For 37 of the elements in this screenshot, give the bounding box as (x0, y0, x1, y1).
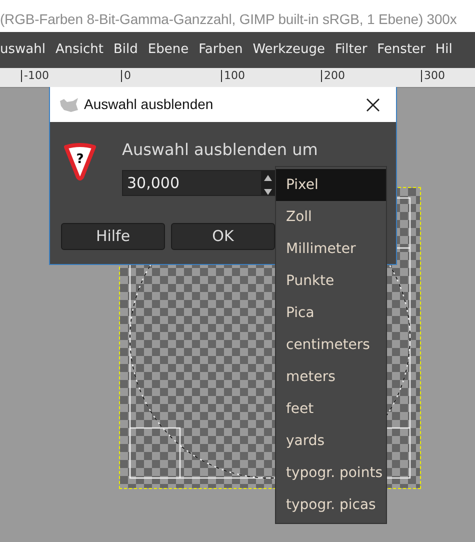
menu-option[interactable]: centimeters (276, 329, 386, 361)
menu-item[interactable]: Hil (430, 40, 458, 60)
menu-option[interactable]: Zoll (276, 201, 386, 233)
help-button[interactable]: Hilfe (61, 223, 165, 250)
menu-item[interactable]: uswahl (0, 40, 50, 60)
dialog-title: Auswahl ausblenden (84, 95, 214, 114)
spin-field[interactable]: 30,000 (122, 170, 276, 196)
menu-item[interactable]: Filter (330, 40, 372, 60)
up-arrow-icon[interactable] (264, 175, 272, 181)
close-button[interactable] (366, 98, 380, 112)
ok-button[interactable]: OK (171, 223, 275, 250)
menu-item[interactable]: Bild (108, 40, 143, 60)
menu-option[interactable]: Punkte (276, 265, 386, 297)
menu-item[interactable]: Werkzeuge (248, 40, 330, 60)
window-title: (RGB-Farben 8-Bit-Gamma-Ganzzahl, GIMP built-in sRGB, 1 Ebene) 300x (0, 0, 475, 32)
app-icon (58, 96, 80, 112)
menu-option[interactable]: yards (276, 425, 386, 457)
menu-option[interactable]: Pica (276, 297, 386, 329)
menu-item[interactable]: Ansicht (50, 40, 108, 60)
menu-item[interactable]: Ebene (142, 40, 194, 60)
question-warning-icon: ? (64, 141, 96, 181)
menu-option[interactable]: typogr. picas (276, 489, 386, 521)
ruler-label: 200 (321, 70, 345, 82)
menu-item[interactable]: Fenster (372, 40, 430, 60)
ruler-label: 0 (121, 70, 131, 82)
menu-option[interactable]: meters (276, 361, 386, 393)
ruler-label: 300 (421, 70, 445, 82)
down-arrow-icon[interactable] (264, 189, 272, 195)
menu-item[interactable]: Farben (194, 40, 248, 60)
menu-option[interactable]: typogr. points (276, 457, 386, 489)
menu-option[interactable]: Millimeter (276, 233, 386, 265)
field-label: Auswahl ausblenden um (122, 139, 318, 161)
value-input-field[interactable]: 30,000 (123, 171, 253, 195)
menu-option[interactable]: Pixel (276, 169, 386, 201)
ruler-label: -100 (21, 70, 49, 82)
menu-option[interactable]: feet (276, 393, 386, 425)
ruler-label: 100 (221, 70, 245, 82)
